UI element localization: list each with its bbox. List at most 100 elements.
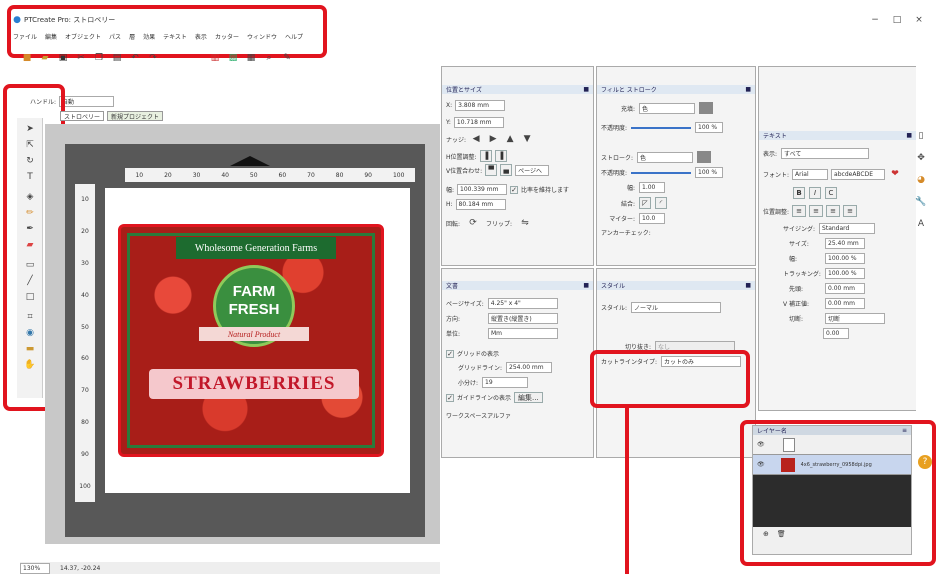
cutline-text-label: 切断: — [789, 316, 804, 323]
text-width-input[interactable]: 100.00 % — [825, 253, 865, 264]
join-miter-icon[interactable]: ◸ — [639, 197, 651, 209]
help-icon[interactable]: ? — [918, 455, 932, 469]
ruler-tick: 20 — [164, 171, 172, 179]
page-select[interactable]: ページへ — [515, 164, 550, 176]
cut-icon[interactable]: ✂ — [74, 51, 88, 65]
style-label: スタイル: — [601, 305, 628, 312]
color-picker-icon[interactable]: ❤ — [888, 167, 902, 181]
justify-text-icon[interactable]: ≡ — [843, 205, 858, 217]
ruler-tick: 10 — [135, 171, 144, 179]
style-select[interactable]: ノーマル — [631, 302, 722, 313]
nudge-right-icon[interactable]: ▶ — [486, 132, 500, 146]
stroke-opacity-input[interactable]: 100 % — [695, 167, 724, 178]
align-bottom-icon[interactable]: ▄ — [500, 164, 513, 176]
panel-close-icon[interactable]: ■ — [745, 282, 751, 289]
panel-close-icon[interactable]: ■ — [745, 86, 751, 93]
height-input[interactable]: 80.184 mm — [455, 199, 506, 210]
unit-select[interactable]: Mm — [488, 328, 558, 339]
show-select[interactable]: すべて — [781, 148, 870, 159]
rotate-icon[interactable]: ⟳ — [466, 216, 480, 230]
page-size-label: ページサイズ: — [446, 301, 484, 308]
close-button[interactable]: × — [908, 13, 930, 27]
stroke-opacity-slider[interactable] — [631, 171, 692, 174]
image-icon[interactable]: ▨ — [226, 51, 240, 65]
minimize-button[interactable]: − — [864, 13, 886, 27]
handle-select[interactable]: 自動 — [59, 95, 115, 107]
width-input[interactable]: 100.339 mm — [457, 184, 508, 195]
italic-button[interactable]: I — [809, 187, 821, 199]
align-center-icon[interactable]: ▐ — [494, 150, 507, 162]
text-width-label: 幅: — [789, 256, 798, 263]
size-input[interactable]: 25.40 mm — [825, 238, 865, 249]
fill-select[interactable]: 色 — [639, 102, 695, 114]
gridline-input[interactable]: 254.00 mm — [506, 362, 553, 373]
tracking-input[interactable]: 100.00 % — [825, 268, 865, 279]
align-left-icon[interactable]: ▐ — [479, 150, 492, 162]
tab-new-project[interactable]: 新規プロジェクト — [107, 111, 164, 121]
sizing-select[interactable]: Standard — [819, 223, 876, 234]
font-select[interactable]: Arial — [792, 168, 829, 180]
text-curve-icon[interactable]: C — [825, 187, 837, 199]
undo-icon[interactable]: ↶ — [128, 51, 142, 65]
move-icon[interactable]: ✥ — [914, 151, 928, 165]
panel-close-icon[interactable]: ■ — [583, 282, 589, 289]
nudge-down-icon[interactable]: ▼ — [520, 132, 534, 146]
tab-strawberry[interactable]: ストロベリー — [60, 111, 105, 121]
copy-icon[interactable]: ❐ — [92, 51, 106, 65]
ratio-checkbox[interactable]: ✓ — [510, 185, 519, 194]
nudge-up-icon[interactable]: ▲ — [503, 132, 517, 146]
cutline-text-select[interactable]: 切断 — [825, 313, 885, 324]
new-icon[interactable]: ■ — [20, 51, 34, 65]
ruler-tick: 50 — [81, 323, 89, 331]
bold-button[interactable]: B — [793, 187, 805, 199]
stroke-width-label: 幅: — [626, 185, 635, 192]
import-icon[interactable]: ▥ — [208, 51, 222, 65]
subdiv-label: 小分け: — [458, 380, 479, 387]
print-icon[interactable]: ▦ — [244, 51, 258, 65]
ruler-tick: 100 — [79, 482, 91, 490]
miter-input[interactable]: 10.0 — [639, 213, 665, 224]
panel-close-icon[interactable]: ■ — [583, 86, 589, 93]
panel-close-icon[interactable]: ■ — [906, 132, 912, 139]
fill-swatch[interactable] — [699, 102, 713, 114]
align-center-text-icon[interactable]: ≡ — [809, 205, 824, 217]
stroke-swatch[interactable] — [697, 151, 712, 163]
palette-icon[interactable]: ◕ — [914, 173, 928, 187]
stroke-width-input[interactable]: 1.00 — [639, 182, 665, 193]
nudge-left-icon[interactable]: ◀ — [469, 132, 483, 146]
zoom-icon[interactable]: ⌕ — [262, 51, 276, 65]
fill-opacity-slider[interactable] — [631, 126, 692, 129]
align-left-text-icon[interactable]: ≡ — [792, 205, 807, 217]
flip-icon[interactable]: ⇋ — [518, 216, 532, 230]
leading-input[interactable]: 0.00 mm — [825, 283, 865, 294]
stroke-select[interactable]: 色 — [637, 151, 694, 163]
fill-opacity-input[interactable]: 100 % — [695, 122, 724, 133]
open-icon[interactable]: ▰ — [38, 51, 52, 65]
label-artwork[interactable]: Wholesome Generation Farms FARM FRESH Na… — [118, 224, 384, 457]
paste-icon[interactable]: ▤ — [110, 51, 124, 65]
save-icon[interactable]: ▣ — [56, 51, 70, 65]
redo-icon[interactable]: ↷ — [146, 51, 160, 65]
edit-button[interactable]: 編集... — [514, 392, 543, 403]
orientation-select[interactable]: 縦置き(縦置き) — [488, 313, 558, 324]
font-label: フォント: — [763, 171, 790, 179]
text-panel: テキスト ■ 表示: すべて フォント: Arial abcdeABCDE ❤ BIC 位… — [758, 66, 916, 411]
miter-label: マイター: — [609, 216, 635, 223]
zoom-select[interactable]: 130% — [20, 562, 50, 574]
pen-icon[interactable]: ✎ — [280, 51, 294, 65]
y-input[interactable]: 10.718 mm — [453, 117, 504, 128]
grid-checkbox[interactable]: ✓ — [446, 349, 454, 358]
offset-input[interactable]: 0.00 — [823, 328, 849, 339]
align-right-text-icon[interactable]: ≡ — [826, 205, 841, 217]
document-icon[interactable]: ▯ — [914, 129, 928, 143]
page-size-select[interactable]: 4.25" x 4" — [487, 298, 558, 309]
join-round-icon[interactable]: ◜ — [655, 197, 667, 209]
vertical-offset-input[interactable]: 0.00 mm — [825, 298, 865, 309]
text-size-icon[interactable]: A — [914, 217, 928, 231]
guide-checkbox[interactable]: ✓ — [446, 393, 454, 402]
subdiv-input[interactable]: 19 — [482, 377, 529, 388]
align-top-icon[interactable]: ▀ — [485, 164, 498, 176]
x-input[interactable]: 3.808 mm — [455, 100, 506, 111]
wrench-icon[interactable]: 🔧 — [914, 195, 928, 209]
maximize-button[interactable]: □ — [886, 13, 908, 27]
